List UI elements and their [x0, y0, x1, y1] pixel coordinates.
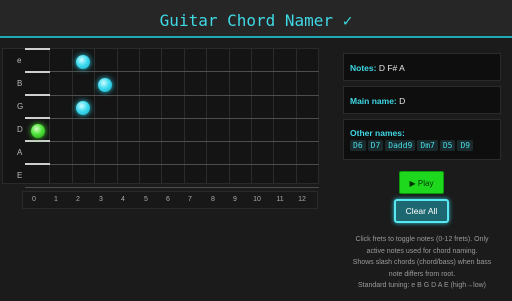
- fret-line: [161, 49, 162, 183]
- string-label-G: G: [17, 102, 24, 111]
- string-B[interactable]: [25, 95, 319, 96]
- string-label-D: D: [17, 125, 23, 134]
- help-line: active notes used for chord naming.: [366, 247, 478, 255]
- other-names-panel: Other names: D6 D7 Dadd9 Dm7 D5 D9: [343, 119, 501, 160]
- root-note-dot-D-open[interactable]: [31, 124, 45, 138]
- alt-chord-name: D6: [350, 140, 366, 151]
- fret-number: 4: [121, 196, 125, 203]
- fret-number: 6: [166, 196, 170, 203]
- alt-chord-name: D9: [457, 140, 474, 151]
- string-D[interactable]: [25, 141, 319, 142]
- open-string-marker[interactable]: [25, 140, 50, 142]
- main-name-value: D: [399, 96, 406, 106]
- note-dot-e-fret-2[interactable]: [76, 55, 90, 69]
- string-e[interactable]: [25, 71, 319, 72]
- string-A[interactable]: [25, 164, 319, 165]
- fret-line: [251, 49, 252, 183]
- alt-chord-name: D5: [439, 140, 456, 151]
- notes-value: D F# A: [378, 63, 405, 73]
- fret-number: 2: [76, 196, 80, 203]
- fretboard[interactable]: e B G D A E: [2, 48, 319, 188]
- open-string-marker[interactable]: [25, 163, 50, 165]
- fret-line: [273, 49, 274, 183]
- fret-line: [94, 49, 95, 183]
- fret-line: [296, 49, 297, 183]
- fret-number: 0: [32, 196, 36, 203]
- app-header: Guitar Chord Namer ✓: [0, 0, 512, 38]
- main-name-panel: Main name: D: [343, 86, 501, 114]
- main-name-label: Main name:: [350, 96, 397, 106]
- open-string-marker[interactable]: [25, 48, 50, 50]
- note-dot-G-fret-2[interactable]: [76, 101, 90, 115]
- fret-line: [72, 49, 73, 183]
- string-label-E: E: [17, 171, 23, 180]
- fret-number: 7: [188, 196, 192, 203]
- fret-number: 8: [211, 196, 215, 203]
- fret-line: [229, 49, 230, 183]
- fret-line: [184, 49, 185, 183]
- string-E[interactable]: [25, 187, 319, 188]
- string-label-e: e: [17, 56, 22, 65]
- fret-number: 12: [298, 196, 306, 203]
- notes-label: Notes:: [350, 63, 377, 73]
- alt-chord-name: Dadd9: [385, 140, 416, 151]
- alt-chord-name: D7: [367, 140, 384, 151]
- help-line: Standard tuning: e B G D A E (high→low): [357, 282, 486, 290]
- help-line: note differs from root.: [388, 270, 456, 278]
- notes-panel: Notes: D F# A: [343, 53, 501, 81]
- fret-number: 5: [144, 196, 148, 203]
- help-text: Click frets to toggle notes (0-12 frets)…: [343, 234, 501, 292]
- fret-line: [139, 49, 140, 183]
- clear-all-button[interactable]: Clear All: [394, 199, 449, 223]
- fret-number-row: 0 1 2 3 4 5 6 7 8 9 10 11 12: [22, 191, 318, 209]
- open-string-marker[interactable]: [25, 117, 50, 119]
- other-names-list: D6 D7 Dadd9 Dm7 D5 D9: [350, 140, 500, 151]
- help-line: Click frets to toggle notes (0-12 frets)…: [355, 236, 489, 243]
- fret-number: 10: [253, 196, 261, 203]
- open-string-marker[interactable]: [25, 94, 50, 96]
- app-title: Guitar Chord Namer ✓: [159, 11, 353, 30]
- play-button[interactable]: ▶ Play: [399, 171, 444, 194]
- fret-number: 3: [99, 196, 103, 203]
- fret-line: [117, 49, 118, 183]
- fret-number: 11: [276, 196, 284, 203]
- fret-number: 9: [233, 196, 237, 203]
- string-label-B: B: [17, 79, 23, 88]
- other-names-label: Other names:: [350, 128, 405, 138]
- fret-line: [206, 49, 207, 183]
- fret-number: 1: [54, 196, 58, 203]
- help-line: Shows slash chords (chord/bass) when bas…: [352, 259, 492, 267]
- open-string-marker[interactable]: [25, 71, 50, 73]
- string-G[interactable]: [25, 118, 319, 119]
- alt-chord-name: Dm7: [417, 140, 438, 151]
- note-dot-B-fret-3[interactable]: [98, 78, 112, 92]
- string-label-A: A: [17, 148, 23, 157]
